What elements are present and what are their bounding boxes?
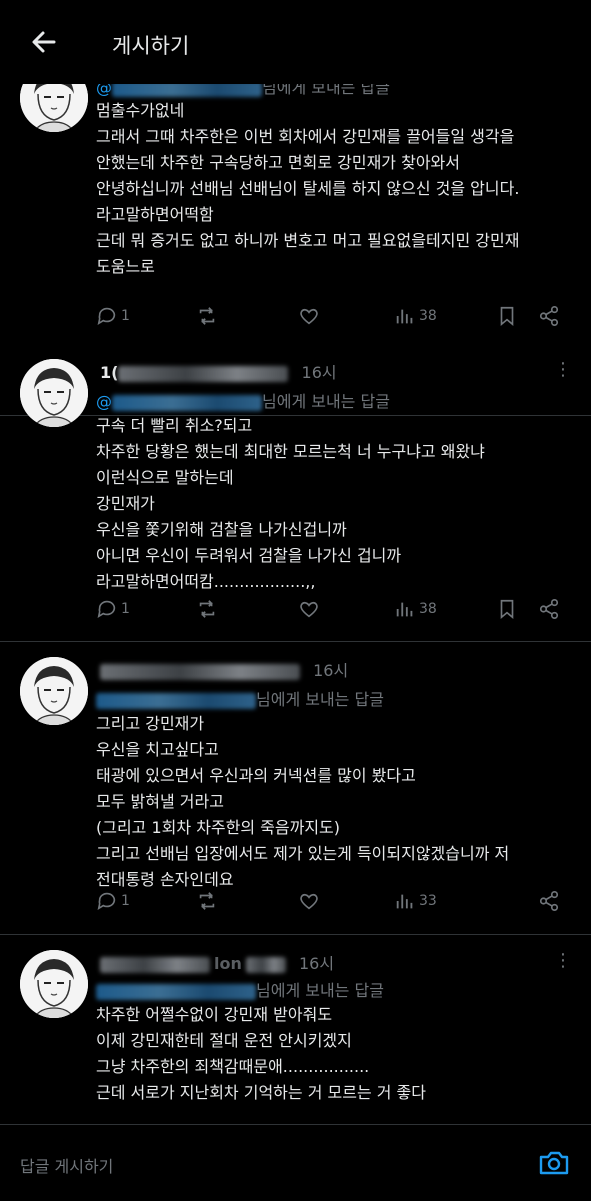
- redacted-handle: [96, 983, 256, 1000]
- post-meta: 1( 16시: [100, 363, 337, 382]
- reply-button[interactable]: 1: [96, 597, 130, 621]
- repost-icon: [199, 600, 215, 618]
- share-button[interactable]: [538, 889, 560, 913]
- redacted-name[interactable]: [100, 663, 300, 680]
- heart-icon: [300, 308, 318, 325]
- comment-icon: [97, 892, 116, 911]
- avatar-illustration: [20, 950, 88, 1018]
- action-bar: 1 38: [96, 597, 566, 621]
- avatar-illustration: [20, 359, 88, 427]
- action-bar: 1 33: [96, 889, 566, 913]
- comment-icon: [97, 307, 116, 326]
- views-button[interactable]: 38: [394, 597, 437, 621]
- arrow-left-icon: [32, 31, 56, 53]
- camera-button[interactable]: [536, 1145, 572, 1181]
- repost-button[interactable]: [196, 304, 218, 328]
- views-button[interactable]: 33: [394, 889, 437, 913]
- more-icon[interactable]: ⋮: [554, 359, 572, 380]
- post-text: 차주한 어쩔수없이 강민재 받아줘도 이제 강민재한테 절대 운전 안시키겠지 …: [96, 1005, 427, 1102]
- avatar[interactable]: [20, 84, 88, 132]
- post-time[interactable]: 16시: [313, 661, 348, 680]
- avatar[interactable]: [20, 950, 88, 1018]
- repost-icon: [199, 307, 215, 325]
- more-icon[interactable]: ⋮: [554, 950, 572, 971]
- reply-to-label: 님에게 보내는 답글: [96, 686, 384, 710]
- heart-icon: [300, 893, 318, 910]
- like-button[interactable]: [298, 889, 320, 913]
- repost-icon: [199, 892, 215, 910]
- reply-button[interactable]: 1: [96, 304, 130, 328]
- bookmark-icon: [500, 599, 514, 620]
- top-bar: 게시하기: [0, 0, 591, 84]
- share-button[interactable]: [538, 304, 560, 328]
- reply-to-label: @ 님에게 보내는 답글: [96, 84, 390, 98]
- post-text: 멈출수가없네 그래서 그때 차주한은 이번 회차에서 강민재를 끌어들일 생각을…: [96, 101, 520, 276]
- post-text: 그리고 강민재가 우신을 치고싶다고 태광에 있으면서 우신과의 커넥션를 많이…: [96, 714, 510, 889]
- action-bar: 1 38: [96, 304, 566, 328]
- reply-post[interactable]: 1( 16시 ⋮ @ 님에게 보내는 답글 구속 더 빨리 취소?되고 차주한 당…: [0, 351, 591, 651]
- redacted-handle: [96, 692, 256, 709]
- bar-chart-icon: [396, 894, 413, 909]
- repost-button[interactable]: [196, 597, 218, 621]
- redacted-name: [118, 365, 289, 382]
- views-button[interactable]: 38: [394, 304, 437, 328]
- post-meta: lon 16시: [100, 950, 334, 974]
- post-meta: 16시: [100, 657, 348, 681]
- comment-icon: [97, 600, 116, 619]
- bookmark-icon: [500, 306, 514, 327]
- like-button[interactable]: [298, 304, 320, 328]
- avatar-illustration: [20, 84, 88, 132]
- redacted-name[interactable]: [100, 956, 210, 973]
- reply-post[interactable]: 16시 님에게 보내는 답글 그리고 강민재가 우신을 치고싶다고 태광에 있으…: [0, 649, 591, 939]
- like-button[interactable]: [298, 597, 320, 621]
- repost-button[interactable]: [196, 889, 218, 913]
- reply-to-label: @ 님에게 보내는 답글: [96, 392, 390, 411]
- avatar-illustration: [20, 657, 88, 725]
- reply-button[interactable]: 1: [96, 889, 130, 913]
- reply-to-label: 님에게 보내는 답글: [96, 977, 384, 1001]
- post-time[interactable]: 16시: [299, 954, 334, 973]
- avatar[interactable]: [20, 657, 88, 725]
- back-button[interactable]: [28, 26, 60, 58]
- page-title: 게시하기: [112, 34, 190, 58]
- bookmark-button[interactable]: [496, 304, 518, 328]
- divider: [0, 934, 591, 935]
- divider: [0, 641, 591, 642]
- share-icon: [539, 599, 559, 619]
- bar-chart-icon: [396, 602, 413, 617]
- heart-icon: [300, 601, 318, 618]
- bookmark-button[interactable]: [496, 597, 518, 621]
- bar-chart-icon: [396, 309, 413, 324]
- reply-input[interactable]: 답글 게시하기: [20, 1153, 113, 1177]
- reply-composer: 답글 게시하기: [0, 1124, 591, 1201]
- post-time[interactable]: 16시: [302, 363, 337, 382]
- redacted-name-tail: [245, 956, 286, 973]
- reply-thread[interactable]: @ 님에게 보내는 답글 멈출수가없네 그래서 그때 차주한은 이번 회차에서 강…: [0, 84, 591, 1124]
- reply-post[interactable]: lon 16시 ⋮ 님에게 보내는 답글 차주한 어쩔수없이 강민재 받아줘도 …: [0, 942, 591, 1124]
- share-icon: [539, 306, 559, 326]
- share-icon: [539, 891, 559, 911]
- redacted-handle: [112, 394, 262, 411]
- post-text: 구속 더 빨리 취소?되고 차주한 당황은 했는데 최대한 모르는척 너 누구냐…: [96, 416, 485, 591]
- redacted-handle: [112, 84, 262, 97]
- camera-icon: [539, 1151, 569, 1175]
- avatar[interactable]: [20, 359, 88, 427]
- share-button[interactable]: [538, 597, 560, 621]
